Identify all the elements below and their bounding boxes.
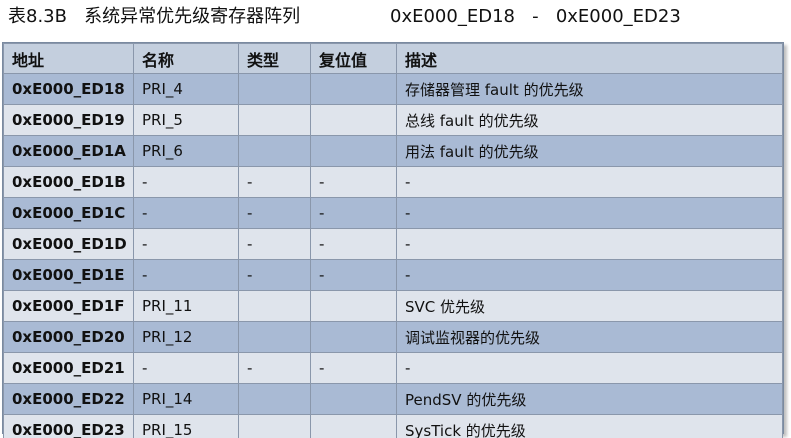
caption-table-number: 表8.3B	[8, 6, 67, 27]
cell-address: 0xE000_ED18	[3, 73, 134, 105]
cell-name: -	[133, 352, 239, 384]
caption-title: 表8.3B 系统异常优先级寄存器阵列	[8, 0, 300, 34]
cell-address: 0xE000_ED20	[3, 321, 134, 353]
header-description: 描述	[396, 43, 783, 74]
cell-type: -	[238, 352, 311, 384]
cell-name: PRI_6	[133, 135, 239, 167]
table-row: 0xE000_ED20 PRI_12 调试监视器的优先级	[3, 321, 783, 353]
cell-name: PRI_12	[133, 321, 239, 353]
cell-reset-value	[310, 321, 397, 353]
cell-description: -	[396, 228, 783, 260]
cell-name: -	[133, 166, 239, 198]
cell-name: -	[133, 259, 239, 291]
cell-address: 0xE000_ED1A	[3, 135, 134, 167]
table-row: 0xE000_ED1C - - - -	[3, 197, 783, 229]
cell-address: 0xE000_ED23	[3, 414, 134, 438]
cell-type: -	[238, 166, 311, 198]
table-caption: 表8.3B 系统异常优先级寄存器阵列 0xE000_ED18 - 0xE000_…	[0, 0, 791, 40]
header-type: 类型	[238, 43, 311, 74]
cell-name: PRI_15	[133, 414, 239, 438]
cell-name: PRI_5	[133, 104, 239, 136]
cell-description: 存储器管理 fault 的优先级	[396, 73, 783, 105]
cell-reset-value	[310, 414, 397, 438]
table-row: 0xE000_ED22 PRI_14 PendSV 的优先级	[3, 383, 783, 415]
cell-reset-value: -	[310, 197, 397, 229]
cell-reset-value	[310, 73, 397, 105]
cell-reset-value	[310, 290, 397, 322]
caption-address-range: 0xE000_ED18 - 0xE000_ED23	[390, 0, 681, 34]
cell-reset-value: -	[310, 259, 397, 291]
table-row: 0xE000_ED21- - - -	[3, 352, 783, 384]
cell-description: -	[396, 352, 783, 384]
cell-address: 0xE000_ED19	[3, 104, 134, 136]
cell-type	[238, 414, 311, 438]
cell-description: 总线 fault 的优先级	[396, 104, 783, 136]
cell-description: -	[396, 259, 783, 291]
table-row: 0xE000_ED1F PRI_11 SVC 优先级	[3, 290, 783, 322]
table-body: 0xE000_ED18 PRI_4 存储器管理 fault 的优先级 0xE000_E…	[3, 73, 783, 438]
cell-description: 调试监视器的优先级	[396, 321, 783, 353]
cell-address: 0xE000_ED1E	[3, 259, 134, 291]
cell-address: 0xE000_ED1C	[3, 197, 134, 229]
cell-reset-value	[310, 104, 397, 136]
cell-type	[238, 135, 311, 167]
cell-description: -	[396, 166, 783, 198]
cell-reset-value: -	[310, 228, 397, 260]
table-row: 0xE000_ED23 PRI_15 SysTick 的优先级	[3, 414, 783, 438]
cell-name: -	[133, 197, 239, 229]
range-start: 0xE000_ED18	[390, 6, 515, 27]
cell-address: 0xE000_ED1B	[3, 166, 134, 198]
header-reset-value: 复位值	[310, 43, 397, 74]
table-row: 0xE000_ED1B - - - -	[3, 166, 783, 198]
cell-reset-value: -	[310, 166, 397, 198]
range-end: 0xE000_ED23	[555, 6, 681, 27]
cell-name: PRI_11	[133, 290, 239, 322]
cell-address: 0xE000_ED22	[3, 383, 134, 415]
cell-type	[238, 383, 311, 415]
cell-type: -	[238, 228, 311, 260]
cell-name: PRI_14	[133, 383, 239, 415]
header-address: 地址	[3, 43, 134, 74]
table-row: 0xE000_ED19 PRI_5 总线 fault 的优先级	[3, 104, 783, 136]
header-name: 名称	[133, 43, 239, 74]
cell-description: SysTick 的优先级	[396, 414, 783, 438]
register-table-container: 地址 名称 类型 复位值 描述 0xE000_ED18 PRI_4 存储器管理 fa…	[2, 42, 784, 438]
cell-name: PRI_4	[133, 73, 239, 105]
cell-type	[238, 73, 311, 105]
cell-description: -	[396, 197, 783, 229]
table-row: 0xE000_ED18 PRI_4 存储器管理 fault 的优先级	[3, 73, 783, 105]
cell-address: 0xE000_ED1F	[3, 290, 134, 322]
cell-type: -	[238, 259, 311, 291]
cell-type	[238, 321, 311, 353]
page: 表8.3B 系统异常优先级寄存器阵列 0xE000_ED18 - 0xE000_…	[0, 0, 791, 438]
table-row: 0xE000_ED1E - - - -	[3, 259, 783, 291]
cell-description: SVC 优先级	[396, 290, 783, 322]
cell-type: -	[238, 197, 311, 229]
cell-description: PendSV 的优先级	[396, 383, 783, 415]
cell-address: 0xE000_ED21	[3, 352, 134, 384]
cell-reset-value	[310, 383, 397, 415]
cell-address: 0xE000_ED1D	[3, 228, 134, 260]
cell-name: -	[133, 228, 239, 260]
table-header-row: 地址 名称 类型 复位值 描述	[3, 43, 783, 74]
cell-reset-value	[310, 135, 397, 167]
table-row: 0xE000_ED1D - - - -	[3, 228, 783, 260]
table-row: 0xE000_ED1A PRI_6 用法 fault 的优先级	[3, 135, 783, 167]
cell-type	[238, 104, 311, 136]
cell-description: 用法 fault 的优先级	[396, 135, 783, 167]
caption-table-title: 系统异常优先级寄存器阵列	[84, 6, 301, 27]
cell-reset-value: -	[310, 352, 397, 384]
register-table: 地址 名称 类型 复位值 描述 0xE000_ED18 PRI_4 存储器管理 fa…	[3, 43, 783, 438]
cell-type	[238, 290, 311, 322]
